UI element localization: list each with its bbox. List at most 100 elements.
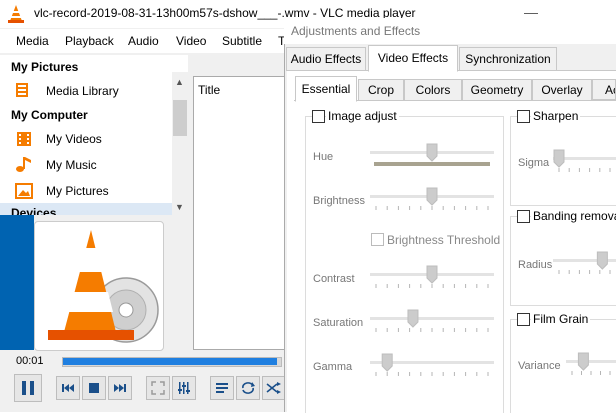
- gamma-slider-tick: [476, 372, 478, 376]
- contrast-slider-tick: [420, 284, 422, 288]
- brightness-slider-tick: [431, 206, 433, 210]
- radius-slider-tick: [589, 270, 591, 274]
- pause-button[interactable]: [14, 374, 42, 402]
- radius-slider-tick: [599, 270, 601, 274]
- brightness-slider-tick: [476, 206, 478, 210]
- contrast-slider-thumb[interactable]: [426, 265, 438, 284]
- gamma-label: Gamma: [313, 361, 353, 373]
- sidebar-item-my-pictures[interactable]: My Pictures: [46, 184, 109, 198]
- saturation-slider-tick: [386, 328, 388, 332]
- subtab-colors[interactable]: Colors: [404, 79, 462, 102]
- scroll-down-icon[interactable]: ▼: [175, 202, 184, 212]
- contrast-slider[interactable]: [370, 262, 494, 292]
- brightness-slider-tick: [465, 206, 467, 210]
- gamma-slider-thumb[interactable]: [381, 353, 393, 372]
- loop-button[interactable]: [236, 376, 260, 400]
- saturation-slider-tick: [375, 328, 377, 332]
- sidebar-scrollbar[interactable]: [172, 72, 188, 217]
- playlist-toggle-button[interactable]: [210, 376, 234, 400]
- menu-media[interactable]: Media: [16, 34, 49, 48]
- subtab-essential[interactable]: Essential: [295, 76, 357, 102]
- sigma-slider-thumb[interactable]: [553, 149, 565, 168]
- brightness-slider[interactable]: [370, 184, 494, 214]
- playlist-column-title[interactable]: Title: [198, 83, 220, 97]
- vlc-cone-art-icon: [48, 230, 159, 343]
- sigma-slider-tick: [589, 168, 591, 172]
- shuffle-icon: [266, 382, 281, 394]
- contrast-slider-tick: [431, 284, 433, 288]
- banding-removal-label: Banding removal: [531, 209, 616, 223]
- brightness-label: Brightness: [313, 195, 365, 207]
- menu-playback[interactable]: Playback: [65, 34, 114, 48]
- sharpen-checkbox[interactable]: [517, 110, 530, 123]
- radius-slider[interactable]: [553, 248, 616, 278]
- brightness-slider-tick: [453, 206, 455, 210]
- brightness-slider-tick: [442, 206, 444, 210]
- contrast-slider-tick: [397, 284, 399, 288]
- brightness-threshold-label: Brightness Threshold: [387, 233, 501, 247]
- fullscreen-button[interactable]: [146, 376, 170, 400]
- hue-slider-thumb[interactable]: [426, 143, 438, 162]
- sidebar-item-my-music[interactable]: My Music: [46, 158, 97, 172]
- radius-slider-tick: [609, 270, 611, 274]
- dialog-title: Adjustments and Effects: [291, 24, 421, 38]
- banding-removal-checkbox[interactable]: [517, 210, 530, 223]
- gamma-slider-tick: [386, 372, 388, 376]
- hue-color-bar: [374, 162, 490, 166]
- playlist-view[interactable]: [193, 76, 285, 350]
- gamma-slider-tick: [431, 372, 433, 376]
- contrast-slider-tick: [465, 284, 467, 288]
- menu-subtitle[interactable]: Subtitle: [222, 34, 262, 48]
- subtab-overlay[interactable]: Overlay: [532, 79, 592, 102]
- sharpen-label: Sharpen: [531, 109, 581, 123]
- hue-label: Hue: [313, 151, 334, 163]
- brightness-slider-tick: [420, 206, 422, 210]
- menu-audio[interactable]: Audio: [128, 34, 159, 48]
- sidebar-item-my-videos[interactable]: My Videos: [46, 132, 102, 146]
- elapsed-time: 00:01: [16, 355, 44, 367]
- sidebar-heading-my-computer: My Computer: [11, 108, 88, 122]
- variance-slider-thumb[interactable]: [577, 352, 589, 371]
- sigma-label: Sigma: [518, 157, 550, 169]
- subtab-geometry[interactable]: Geometry: [462, 79, 532, 102]
- subtab-crop[interactable]: Crop: [358, 79, 404, 102]
- saturation-slider-tick: [397, 328, 399, 332]
- sidebar-item-devices-row[interactable]: Devices: [0, 203, 172, 215]
- stop-button[interactable]: [82, 376, 106, 400]
- menu-video[interactable]: Video: [176, 34, 206, 48]
- extended-settings-button[interactable]: [172, 376, 196, 400]
- gamma-slider-tick: [487, 372, 489, 376]
- saturation-slider[interactable]: [370, 306, 494, 336]
- saturation-slider-tick: [487, 328, 489, 332]
- variance-slider-tick: [590, 371, 592, 375]
- music-note-icon: [16, 157, 31, 172]
- variance-slider-track: [566, 360, 616, 363]
- contrast-slider-tick: [386, 284, 388, 288]
- brightness-slider-tick: [487, 206, 489, 210]
- image-adjust-checkbox[interactable]: [312, 110, 325, 123]
- next-button[interactable]: [108, 376, 132, 400]
- film-grain-checkbox[interactable]: [517, 313, 530, 326]
- contrast-slider-tick: [453, 284, 455, 288]
- brightness-slider-thumb[interactable]: [426, 187, 438, 206]
- tab-video-effects[interactable]: Video Effects: [368, 45, 458, 72]
- gamma-slider[interactable]: [370, 350, 494, 380]
- saturation-slider-tick: [420, 328, 422, 332]
- sidebar-scrollbar-thumb[interactable]: [173, 100, 187, 136]
- sigma-slider-tick: [558, 168, 560, 172]
- contrast-slider-tick: [476, 284, 478, 288]
- variance-slider[interactable]: [566, 349, 616, 379]
- previous-button[interactable]: [56, 376, 80, 400]
- sidebar-item-media-library[interactable]: Media Library: [46, 84, 119, 98]
- sigma-slider[interactable]: [553, 146, 616, 176]
- brightness-threshold-checkbox[interactable]: [371, 233, 384, 246]
- shuffle-button[interactable]: [262, 376, 286, 400]
- subtab-advanced[interactable]: Ac: [592, 79, 616, 100]
- tab-audio-effects[interactable]: Audio Effects: [286, 47, 366, 71]
- saturation-slider-thumb[interactable]: [407, 309, 419, 328]
- tab-synchronization[interactable]: Synchronization: [459, 47, 557, 71]
- fullscreen-icon: [151, 381, 165, 395]
- gamma-slider-tick: [453, 372, 455, 376]
- scroll-up-icon[interactable]: ▲: [175, 77, 184, 87]
- radius-slider-thumb[interactable]: [596, 251, 608, 270]
